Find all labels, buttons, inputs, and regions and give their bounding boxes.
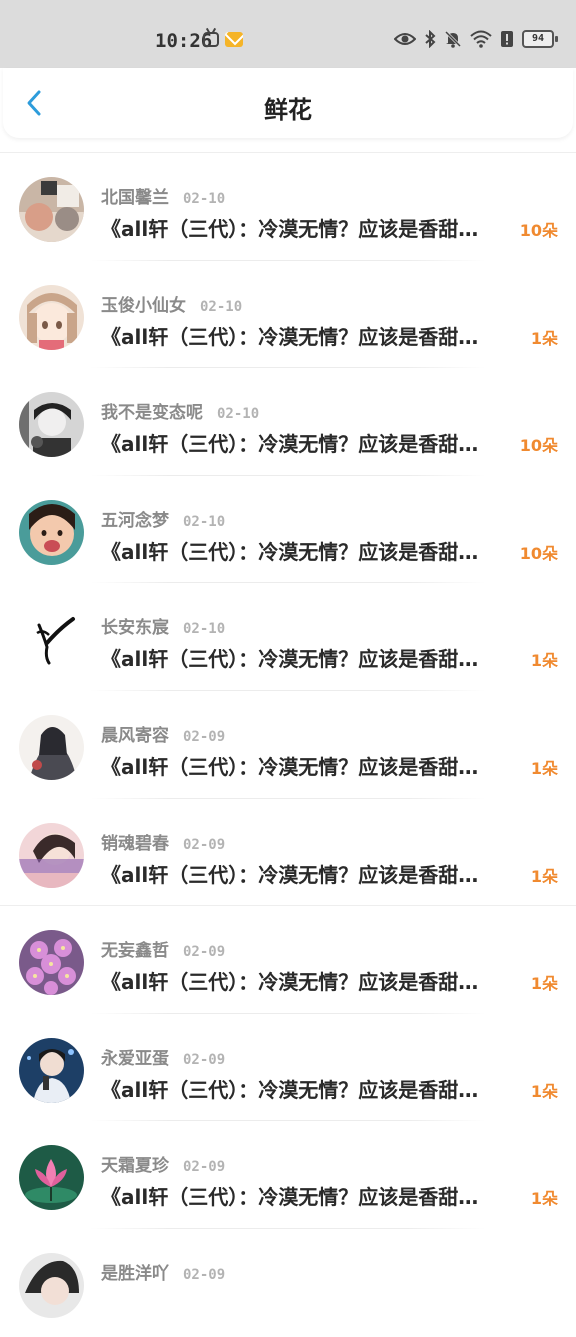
bluetooth-icon: [425, 30, 436, 48]
flower-count: 1朵: [530, 651, 558, 671]
list-item[interactable]: 玉俊小仙女 02-10 《all轩（三代）：冷漠无情？应该是香甜… 1朵: [0, 261, 576, 369]
flower-count: 10朵: [519, 221, 558, 240]
app-header: 鲜花: [3, 68, 573, 138]
avatar[interactable]: [19, 1037, 84, 1103]
flower-count: 10朵: [519, 543, 558, 563]
battery-icon: 94: [522, 30, 558, 48]
list-item[interactable]: 销魂碧春 02-09 《all轩（三代）：冷漠无情？应该是香甜… 1朵: [0, 799, 576, 907]
article-title[interactable]: 《all轩（三代）：冷漠无情？应该是香甜…: [101, 536, 506, 565]
article-title[interactable]: 《all轩（三代）：冷漠无情？应该是香甜…: [101, 1181, 531, 1210]
user-name: 长安东宸 02-10: [101, 618, 226, 639]
list-item[interactable]: 五河念梦 02-10 《all轩（三代）：冷漠无情？应该是香甜… 10朵: [0, 476, 576, 584]
user-name: 我不是变态呢 02-10: [101, 403, 260, 424]
list-item[interactable]: 长安东宸 02-10 《all轩（三代）：冷漠无情？应该是香甜… 1朵: [0, 583, 576, 691]
gift-date: 02-09: [183, 728, 226, 745]
avatar[interactable]: [19, 714, 84, 780]
bell-off-icon: [444, 30, 462, 48]
avatar[interactable]: [19, 930, 84, 996]
article-title[interactable]: 《all轩（三代）：冷漠无情？应该是香甜…: [101, 859, 531, 888]
status-left-icons: [203, 32, 243, 47]
avatar[interactable]: [19, 392, 84, 458]
flower-count: 10朵: [519, 436, 558, 456]
user-name: 永爱亚蛋 02-09: [101, 1048, 226, 1069]
list-item[interactable]: 天霜夏珍 02-09 《all轩（三代）：冷漠无情？应该是香甜… 1朵: [0, 1121, 576, 1229]
list-item[interactable]: 我不是变态呢 02-10 《all轩（三代）：冷漠无情？应该是香甜… 10朵: [0, 368, 576, 476]
article-title[interactable]: 《all轩（三代）：冷漠无情？应该是香甜…: [101, 213, 506, 242]
article-title[interactable]: 《all轩（三代）：冷漠无情？应该是香甜…: [101, 966, 531, 995]
alert-icon: [501, 31, 513, 47]
gift-date: 02-10: [183, 191, 226, 207]
gift-date: 02-09: [183, 836, 226, 853]
flower-count: 1朵: [530, 328, 558, 348]
list-item[interactable]: 永爱亚蛋 02-09 《all轩（三代）：冷漠无情？应该是香甜… 1朵: [0, 1014, 576, 1122]
flower-count: 1朵: [530, 758, 558, 778]
avatar[interactable]: [19, 607, 84, 673]
user-name: 销魂碧春 02-09: [101, 833, 226, 854]
gift-date: 02-10: [183, 513, 226, 530]
user-name: 五河念梦 02-10: [101, 510, 226, 531]
user-name: 是胜洋吖 02-09: [101, 1263, 226, 1284]
user-name: 晨风寄容 02-09: [101, 725, 226, 746]
gift-date: 02-10: [183, 621, 226, 638]
avatar[interactable]: [19, 499, 84, 565]
list-item[interactable]: 无妄鑫哲 02-09 《all轩（三代）：冷漠无情？应该是香甜… 1朵: [0, 906, 576, 1014]
wifi-icon: [470, 30, 492, 48]
flower-count: 1朵: [530, 866, 558, 886]
flower-count: 1朵: [530, 974, 558, 994]
user-name: 天霜夏珍 02-09: [101, 1156, 226, 1177]
status-bar: 10:26 94: [0, 0, 576, 68]
user-name: 北国馨兰 02-10: [101, 188, 226, 208]
avatar[interactable]: [19, 284, 84, 350]
page-title: 鲜花: [264, 96, 312, 124]
gift-date: 02-10: [217, 406, 260, 423]
gift-date: 02-09: [183, 1266, 226, 1283]
avatar[interactable]: [19, 1145, 84, 1211]
status-right-icons: 94: [394, 30, 558, 48]
flower-gift-list: 北国馨兰 02-10 《all轩（三代）：冷漠无情？应该是香甜… 10朵 玉俊小仙…: [0, 152, 576, 1337]
eye-icon: [394, 33, 416, 45]
article-title[interactable]: 《all轩（三代）：冷漠无情？应该是香甜…: [101, 643, 531, 672]
list-item[interactable]: 晨风寄容 02-09 《all轩（三代）：冷漠无情？应该是香甜… 1朵: [0, 691, 576, 799]
mail-icon: [225, 32, 243, 47]
article-title[interactable]: 《all轩（三代）：冷漠无情？应该是香甜…: [101, 321, 531, 350]
gift-date: 02-09: [183, 944, 226, 961]
flower-count: 1朵: [530, 1081, 558, 1101]
article-title[interactable]: 《all轩（三代）：冷漠无情？应该是香甜…: [101, 751, 531, 780]
avatar[interactable]: [19, 822, 84, 888]
gift-date: 02-09: [183, 1159, 226, 1176]
list-item[interactable]: 是胜洋吖 02-09: [0, 1229, 576, 1337]
list-item[interactable]: 北国馨兰 02-10 《all轩（三代）：冷漠无情？应该是香甜… 10朵: [0, 153, 576, 261]
gift-date: 02-09: [183, 1051, 226, 1068]
article-title[interactable]: 《all轩（三代）：冷漠无情？应该是香甜…: [101, 1074, 531, 1103]
avatar[interactable]: [19, 1252, 84, 1318]
gift-date: 02-10: [200, 298, 243, 315]
flower-count: 1朵: [530, 1189, 558, 1209]
article-title[interactable]: 《all轩（三代）：冷漠无情？应该是香甜…: [101, 428, 506, 457]
user-name: 玉俊小仙女 02-10: [101, 295, 243, 316]
tv-icon: [203, 32, 219, 47]
avatar[interactable]: [19, 177, 84, 242]
user-name: 无妄鑫哲 02-09: [101, 941, 226, 962]
